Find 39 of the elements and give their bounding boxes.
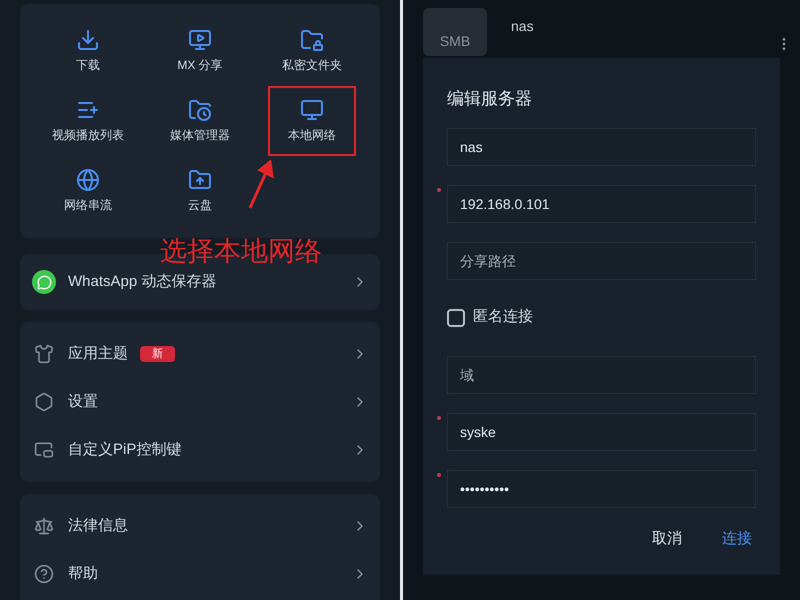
scales-icon (34, 516, 54, 536)
annotation-arrow (246, 160, 276, 210)
tool-item[interactable]: 视频播放列表 (44, 86, 132, 156)
menu-item[interactable]: 法律信息 (28, 502, 372, 550)
anonymous-checkbox[interactable]: 匿名连接 (447, 298, 756, 336)
globe-icon (76, 168, 100, 192)
connect-button[interactable]: 连接 (722, 528, 752, 550)
tool-item[interactable]: 私密文件夹 (268, 16, 356, 86)
new-badge: 新 (140, 346, 175, 362)
video-share-icon (188, 28, 212, 52)
help-icon (34, 564, 54, 584)
picture-in-picture-icon (34, 440, 54, 460)
tool-item[interactable]: MX 分享 (156, 16, 244, 86)
menu-item[interactable]: 设置 (28, 378, 372, 426)
tool-item[interactable]: 媒体管理器 (156, 86, 244, 156)
input-field[interactable]: 192.168.0.101 (447, 184, 756, 222)
locked-folder-icon (300, 28, 324, 52)
server-name: nas (511, 17, 534, 36)
menu-item[interactable]: 应用主题 新 (28, 330, 372, 378)
annotation-text: 选择本地网络 (160, 238, 322, 265)
input-field[interactable]: 分享路径 (447, 242, 756, 280)
smb-folder-icon: SMB (423, 8, 487, 56)
tool-item[interactable]: 网络串流 (44, 156, 132, 226)
input-field[interactable]: syske (447, 412, 756, 450)
shirt-icon (34, 344, 54, 364)
chat-app-icon (32, 270, 56, 294)
tool-item[interactable]: 云盘 (156, 156, 244, 226)
dialog-title: 编辑服务器 (447, 88, 533, 110)
monitor-icon (300, 98, 324, 122)
folder-clock-icon (188, 98, 212, 122)
input-field[interactable]: nas (447, 128, 756, 166)
download-icon (76, 28, 100, 52)
tool-item[interactable]: 本地网络 (268, 86, 356, 156)
menu-item[interactable]: 帮助 (28, 550, 372, 598)
menu-item[interactable]: 自定义PiP控制键 (28, 426, 372, 474)
cancel-button[interactable]: 取消 (652, 528, 682, 550)
tool-item[interactable]: 下载 (44, 16, 132, 86)
input-field[interactable]: 域 (447, 356, 756, 394)
input-field[interactable]: •••••••••• (447, 470, 756, 508)
